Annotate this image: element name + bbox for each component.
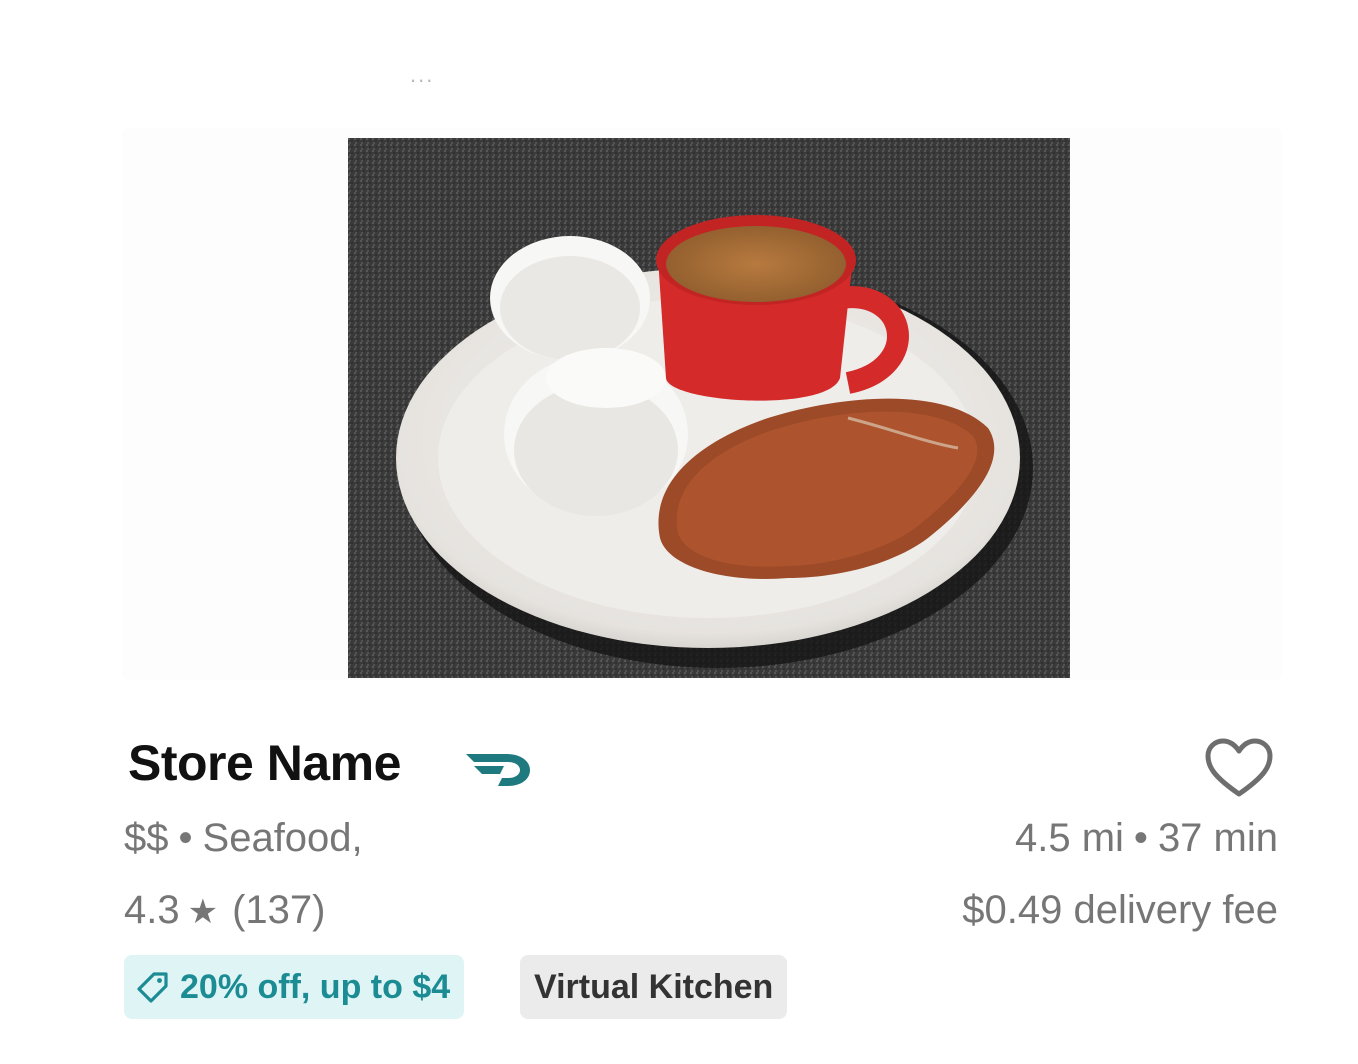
promo-text: 20% off, up to $4: [180, 967, 451, 1006]
store-image-frame[interactable]: [122, 128, 1282, 680]
dashpass-icon: [466, 754, 530, 786]
store-card[interactable]: ... Store Name $$ • Seafood, 4.3 ★ (137)…: [0, 0, 1358, 1064]
price-cuisine: $$ • Seafood,: [124, 816, 363, 861]
cuisine: Seafood,: [202, 816, 363, 860]
rating-value: 4.3: [124, 888, 180, 932]
promo-badge[interactable]: 20% off, up to $4: [124, 955, 465, 1019]
star-icon: ★: [187, 893, 219, 931]
overflow-dots: ...: [410, 62, 435, 87]
delivery-fee: $0.49 delivery fee: [962, 888, 1278, 932]
separator: •: [178, 816, 193, 860]
separator: •: [1133, 816, 1148, 860]
tag-icon: [137, 972, 168, 1003]
review-count: (137): [232, 888, 326, 932]
store-name[interactable]: Store Name: [128, 734, 401, 792]
heart-icon[interactable]: [1204, 738, 1274, 800]
distance: 4.5 mi: [1014, 816, 1124, 860]
distance-time: 4.5 mi • 37 min: [1015, 816, 1278, 861]
rating-row: 4.3 ★ (137): [124, 888, 325, 933]
virtual-kitchen-badge: Virtual Kitchen: [520, 955, 788, 1019]
delivery-time: 37 min: [1157, 816, 1278, 860]
store-photo: [348, 138, 1070, 678]
price-range: $$: [124, 816, 169, 860]
virtual-kitchen-label: Virtual Kitchen: [534, 967, 774, 1006]
